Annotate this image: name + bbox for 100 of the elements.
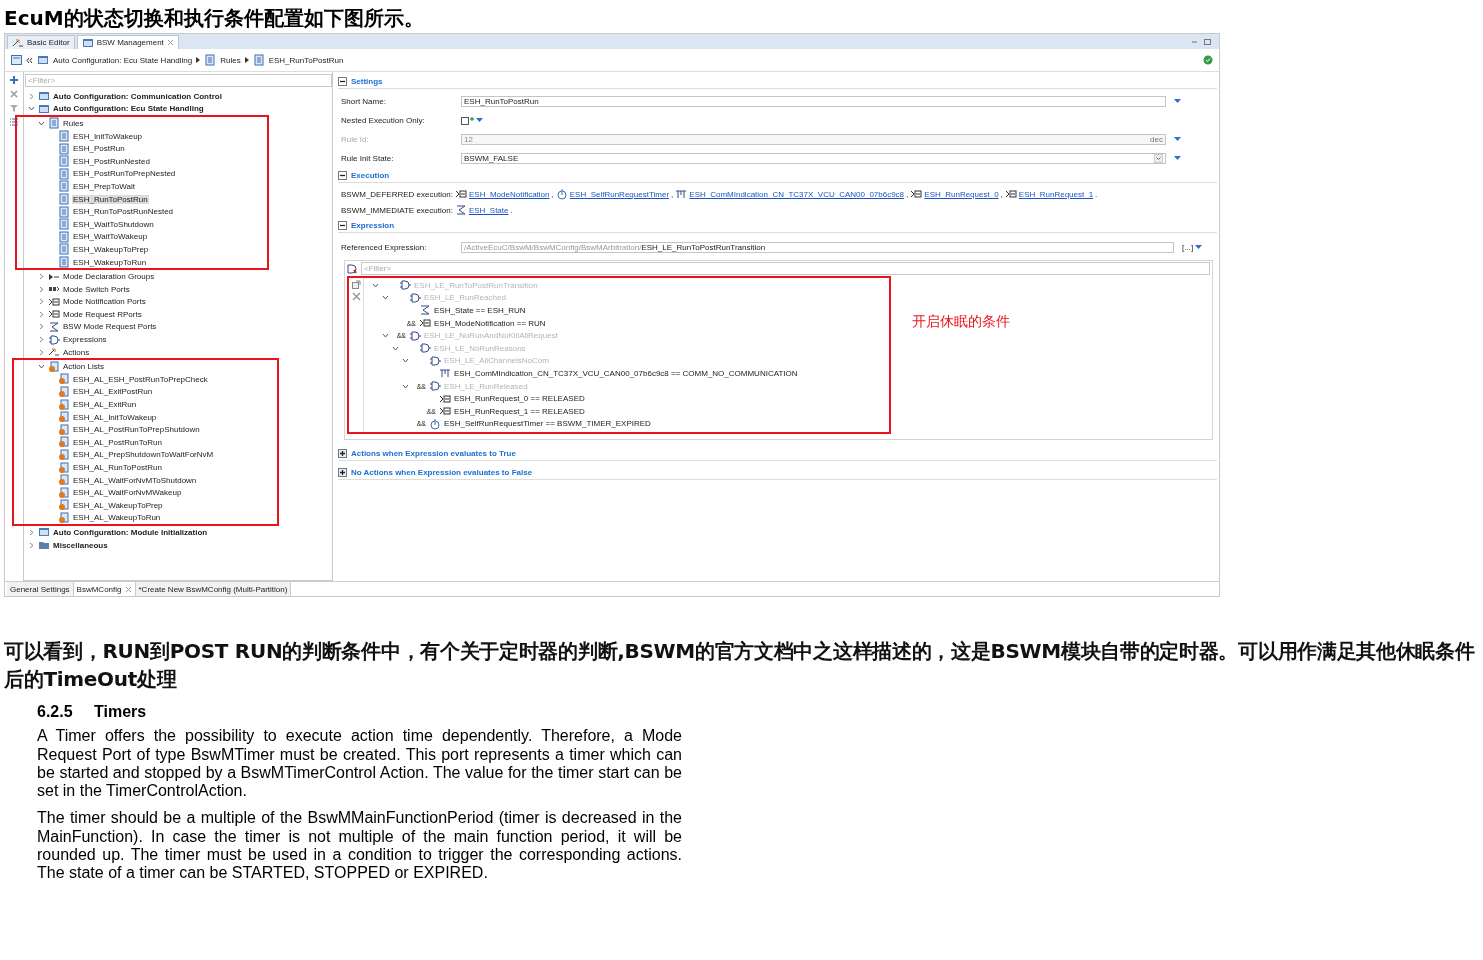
collapse-icon[interactable] (338, 170, 347, 180)
breadcrumb-item[interactable]: Auto Configuration: Ecu State Handling (53, 55, 193, 65)
reference-link[interactable]: ESH_SelfRunRequestTimer (569, 189, 670, 199)
section-header[interactable]: Expression (338, 218, 1217, 233)
reference-link[interactable]: ESH_RunRequest_1 (1018, 189, 1094, 199)
dropdown-caret-icon[interactable] (1174, 156, 1181, 161)
tree-item[interactable]: ESH_AL_ESH_PostRunToPrepCheck (72, 374, 209, 384)
tree-item[interactable]: ESH_AL_WakeupToPrep (72, 500, 164, 510)
tree-item[interactable]: Mode Request RPorts (62, 309, 143, 319)
maximize-icon[interactable] (1204, 38, 1211, 45)
punctuation: . (510, 205, 513, 215)
tree-item[interactable]: ESH_AL_PostRunToRun (72, 437, 163, 447)
reference-link[interactable]: ESH_RunRequest_0 (924, 189, 999, 199)
reference-link[interactable]: ESH_ModeNotification (469, 189, 550, 199)
section-header[interactable]: Execution (338, 168, 1217, 183)
field-label: Nested Execution Only: (341, 116, 426, 125)
tree-item[interactable]: ESH_PostRun (72, 144, 126, 154)
collapse-icon[interactable] (338, 76, 347, 86)
tree-item[interactable]: Expressions (62, 335, 108, 345)
tree-item[interactable]: ESH_AL_InitToWakeup (72, 412, 158, 422)
dropdown-field[interactable]: BSWM_FALSE (461, 153, 1166, 164)
tree-item[interactable]: Rules (62, 119, 85, 128)
tree-item[interactable]: ESH_PostRunNested (72, 156, 151, 166)
editor-tab[interactable]: Basic Editor (7, 35, 75, 49)
browse-button[interactable]: [...] (1182, 242, 1203, 252)
add-icon[interactable] (9, 75, 19, 85)
close-icon[interactable] (124, 585, 132, 593)
tree-item[interactable]: ESH_AL_ExitRun (72, 400, 138, 410)
window-icon (38, 90, 50, 103)
dropdown-caret-icon[interactable] (1195, 244, 1203, 250)
delete-icon[interactable] (351, 292, 361, 301)
edit-icon[interactable] (351, 280, 361, 289)
field-label: Rule Id: (341, 135, 370, 144)
expression-path-field[interactable]: /ActiveEcuC/BswM/BswMConfig/BswMArbitration/ESH_LE_RunToPostRunTransition (461, 241, 1174, 253)
bus-icon (439, 367, 451, 380)
list-icon (204, 54, 217, 66)
dropdown-caret-icon[interactable] (1174, 137, 1181, 142)
tree-item[interactable]: ESH_WakeupToPrep (72, 244, 150, 254)
tree-item[interactable]: ESH_WakeupToRun (72, 257, 148, 267)
tree-item[interactable]: ESH_WaitToShutdown (72, 219, 155, 229)
tree-item[interactable]: ESH_PrepToWait (72, 181, 136, 191)
logic-gate-icon (419, 342, 431, 355)
reference-link[interactable]: ESH_ComMIndication_CN_TC37X_VCU_CAN00_07b6c9c8 (689, 189, 905, 199)
tree-item[interactable]: ESH_AL_WakeupToRun (72, 513, 162, 523)
tree-item[interactable]: ESH_WaitToWakeup (72, 232, 149, 242)
tree-item[interactable]: ESH_PostRunToPrepNested (72, 169, 177, 179)
tree-item[interactable]: Mode Declaration Groups (62, 272, 156, 282)
chevron-box-icon (48, 295, 60, 308)
hourglass-icon (419, 304, 431, 317)
panel-icon[interactable] (11, 55, 22, 65)
tree-item[interactable]: Auto Configuration: Module Initialization (52, 528, 209, 537)
delete-icon[interactable] (9, 89, 19, 99)
document-icon (58, 486, 70, 499)
checkbox[interactable] (461, 116, 475, 125)
chevron-down-icon[interactable] (1154, 154, 1163, 163)
document-icon (58, 499, 70, 512)
close-icon[interactable] (166, 39, 174, 46)
list-icon[interactable] (9, 117, 19, 127)
section-header[interactable]: Actions when Expression evaluates to True (338, 446, 1217, 461)
tree-item[interactable]: ESH_AL_PrepShutdownToWaitForNvM (72, 450, 215, 460)
window-icon (37, 54, 49, 66)
dropdown-caret-icon[interactable] (1174, 99, 1181, 104)
tree-item[interactable]: Actions (62, 347, 91, 357)
tree-item[interactable]: BSW Mode Request Ports (62, 322, 158, 332)
editor-tab[interactable]: General Settings (7, 582, 74, 596)
dropdown-caret-icon[interactable] (476, 118, 483, 123)
tree-item[interactable]: Auto Configuration: Ecu State Handling (52, 104, 205, 114)
double-chevron-icon[interactable] (26, 56, 33, 64)
expand-icon[interactable] (338, 467, 347, 477)
tree-item[interactable]: ESH_AL_RunToPostRun (72, 463, 163, 472)
tree-item[interactable]: Auto Configuration: Communication Control (52, 91, 223, 101)
section-number: 6.2.5 (37, 703, 74, 722)
editor-tab[interactable]: *Create New BswMConfig (Multi-Partition) (135, 582, 292, 596)
section-header[interactable]: No Actions when Expression evaluates to False (338, 465, 1217, 480)
tree-item[interactable]: ESH_AL_WaitForNvMToShutdown (72, 475, 198, 485)
tree-item[interactable]: Miscellaneous (52, 540, 109, 550)
tree-item[interactable]: ESH_InitToWakeup (72, 131, 144, 141)
expression-row: ESH_LE_RunReached (364, 291, 798, 305)
text-field[interactable]: ESH_RunToPostRun (461, 96, 1166, 107)
breadcrumb-item[interactable]: Rules (220, 55, 241, 65)
list-icon (58, 142, 70, 155)
tree-item[interactable]: Action Lists (62, 362, 105, 372)
section-title: Settings (351, 76, 383, 86)
editor-tab[interactable]: BSW Management (76, 35, 179, 49)
collapse-icon[interactable] (338, 220, 347, 230)
tree-item[interactable]: ESH_RunToPostRun (72, 194, 149, 204)
tree-item[interactable]: ESH_AL_WaitForNvMWakeup (72, 488, 183, 498)
filter-gate-icon[interactable] (347, 263, 357, 274)
tree-item[interactable]: ESH_RunToPostRunNested (72, 207, 175, 217)
section-header[interactable]: Settings (338, 74, 1217, 89)
annotation-text: 开启休眠的条件 (912, 313, 1010, 331)
tree-item[interactable]: ESH_AL_ExitPostRun (72, 387, 154, 397)
tree-item[interactable]: Mode Notification Ports (62, 297, 147, 307)
field-label: Rule Init State: (341, 154, 395, 163)
expand-icon[interactable] (338, 448, 347, 458)
tree-item[interactable]: Mode Switch Ports (62, 284, 131, 294)
reference-link[interactable]: ESH_State (468, 205, 509, 215)
breadcrumb-item[interactable]: ESH_RunToPostRun (268, 55, 344, 65)
field-label: Referenced Expression: (341, 242, 428, 252)
tree-item[interactable]: ESH_AL_PostRunToPrepShutdown (72, 425, 201, 435)
